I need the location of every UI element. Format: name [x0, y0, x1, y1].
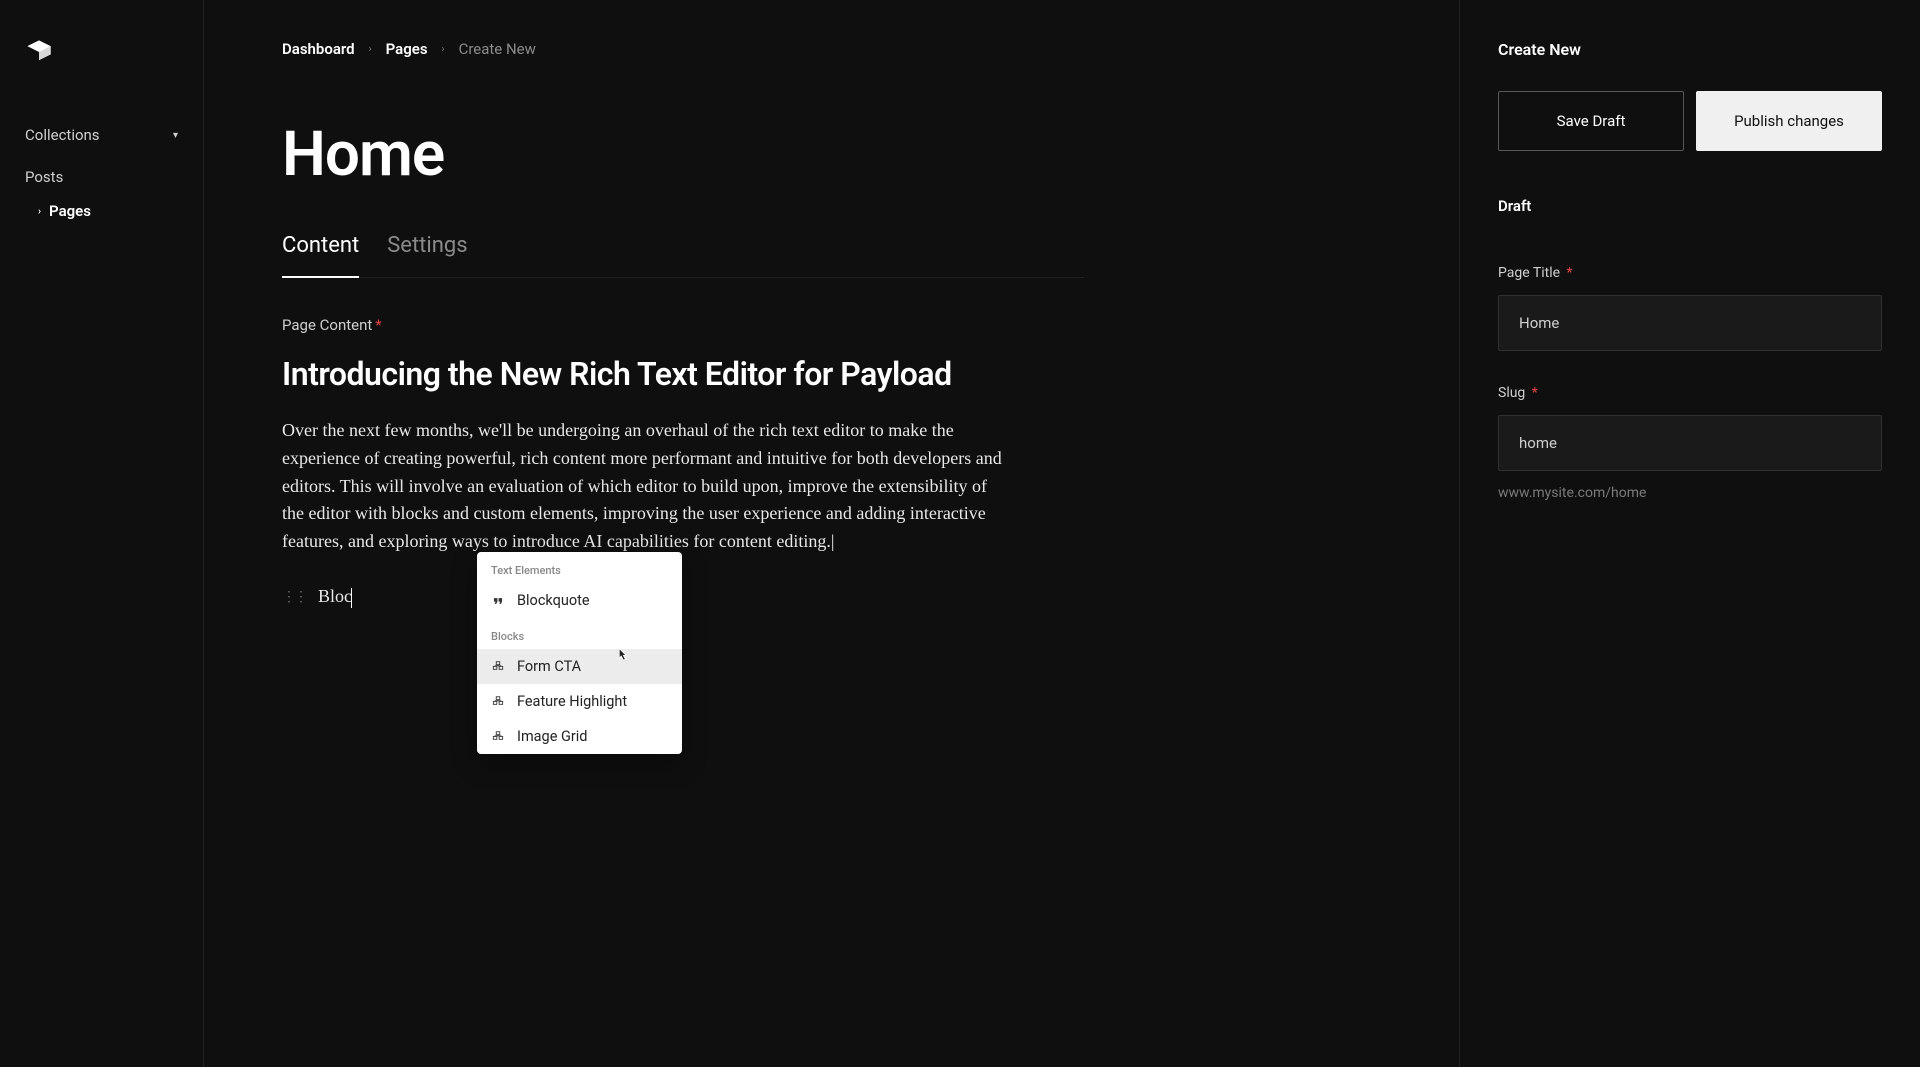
block-input-text[interactable]: Bloc [318, 586, 352, 608]
button-row: Save Draft Publish changes [1498, 91, 1882, 151]
field-label-page-title: Page Title * [1498, 265, 1882, 281]
quote-icon [491, 594, 505, 608]
slash-command-popup: Text Elements Blockquote Blocks Form CTA… [477, 552, 682, 754]
chevron-right-icon: › [442, 44, 445, 55]
tab-content[interactable]: Content [282, 233, 359, 278]
breadcrumb-dashboard[interactable]: Dashboard [282, 40, 355, 58]
nav-group-label: Collections [25, 126, 100, 144]
chevron-right-icon: › [369, 44, 372, 55]
block-icon [491, 730, 505, 744]
page-title-input[interactable] [1498, 295, 1882, 351]
nav-group-collections[interactable]: Collections ▾ [0, 126, 203, 160]
main: Dashboard › Pages › Create New Home Cont… [204, 0, 1920, 1067]
content-body[interactable]: Over the next few months, we'll be under… [282, 417, 1012, 556]
page-title: Home [282, 118, 1084, 191]
popup-item-label: Feature Highlight [517, 693, 627, 710]
nav-subitem-label: Pages [49, 202, 91, 220]
popup-item-label: Image Grid [517, 728, 587, 745]
breadcrumb-pages[interactable]: Pages [386, 40, 428, 58]
status-badge: Draft [1498, 197, 1882, 215]
chevron-down-icon: ▾ [173, 130, 178, 141]
logo-wrap [0, 38, 203, 126]
field-label-slug: Slug * [1498, 385, 1882, 401]
right-rail: Create New Save Draft Publish changes Dr… [1460, 0, 1920, 1067]
content-heading[interactable]: Introducing the New Rich Text Editor for… [282, 356, 1084, 393]
popup-section-header-text-elements: Text Elements [477, 552, 682, 583]
block-icon [491, 695, 505, 709]
popup-item-form-cta[interactable]: Form CTA [477, 649, 682, 684]
url-hint: www.mysite.com/home [1498, 485, 1882, 501]
chevron-right-icon: › [38, 206, 41, 217]
tabs: Content Settings [282, 233, 1084, 278]
popup-item-feature-highlight[interactable]: Feature Highlight [477, 684, 682, 719]
sidebar: Collections ▾ Posts › Pages [0, 0, 204, 1067]
popup-item-image-grid[interactable]: Image Grid [477, 719, 682, 754]
field-label-page-content: Page Content* [282, 316, 1084, 334]
nav-item-posts[interactable]: Posts [0, 160, 203, 194]
popup-item-blockquote[interactable]: Blockquote [477, 583, 682, 618]
rail-heading: Create New [1498, 40, 1882, 59]
popup-section-header-blocks: Blocks [477, 618, 682, 649]
breadcrumb: Dashboard › Pages › Create New [282, 40, 1084, 58]
popup-item-label: Form CTA [517, 658, 581, 675]
popup-item-label: Blockquote [517, 592, 590, 609]
logo-icon[interactable] [25, 38, 53, 66]
block-icon [491, 660, 505, 674]
drag-handle-icon[interactable]: ⋮⋮ [282, 589, 306, 605]
block-insert-row: ⋮⋮ Bloc [282, 586, 1084, 608]
breadcrumb-current: Create New [459, 40, 536, 58]
publish-button[interactable]: Publish changes [1696, 91, 1882, 151]
save-draft-button[interactable]: Save Draft [1498, 91, 1684, 151]
nav-subitem-pages[interactable]: › Pages [0, 194, 203, 228]
slug-input[interactable] [1498, 415, 1882, 471]
tab-settings[interactable]: Settings [387, 233, 467, 277]
main-content: Dashboard › Pages › Create New Home Cont… [204, 0, 1460, 1067]
